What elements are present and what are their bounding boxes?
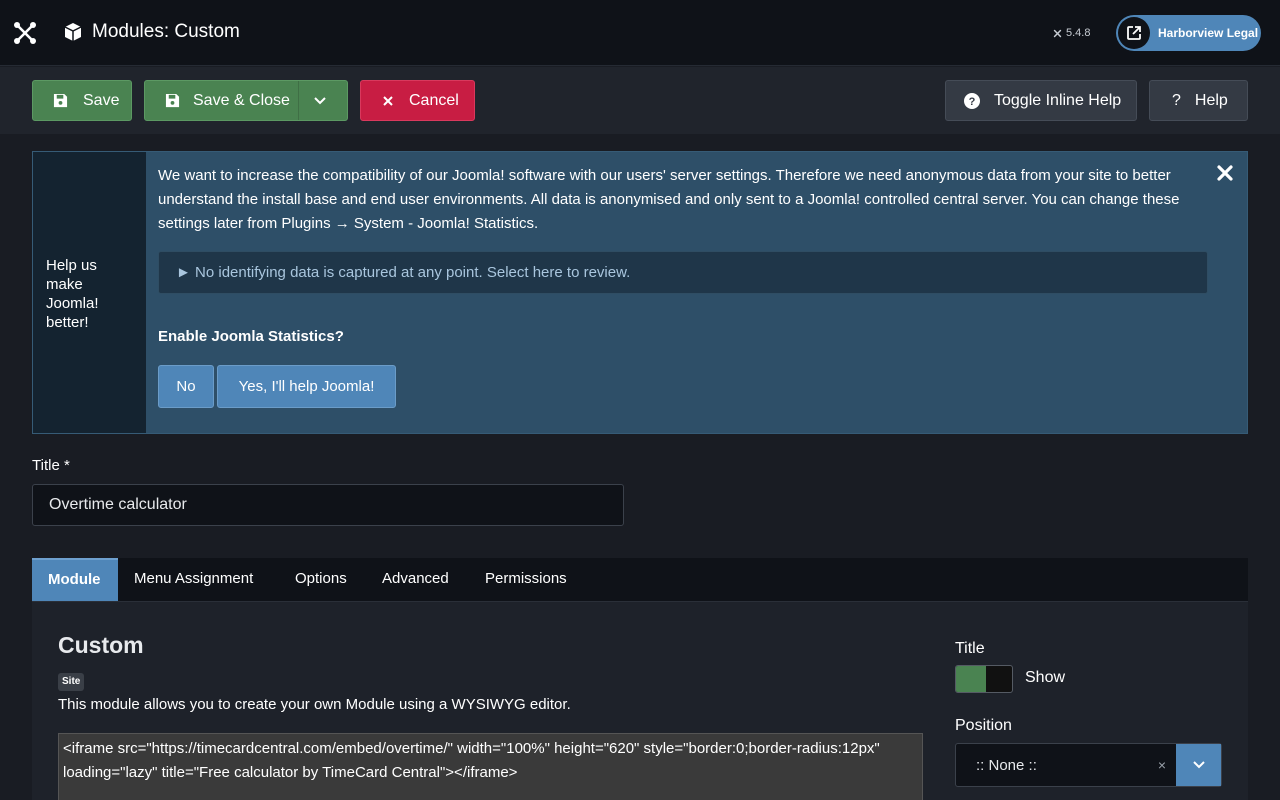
site-badge: Site [58, 673, 85, 691]
stats-details-toggle[interactable]: ► No identifying data is captured at any… [158, 251, 1208, 294]
external-link-icon [1118, 17, 1150, 49]
close-icon [382, 95, 394, 107]
save-button[interactable]: Save [32, 80, 132, 121]
svg-text:?: ? [969, 96, 976, 108]
version-text: 5.4.8 [1066, 27, 1091, 39]
tab-menu-assignment[interactable]: Menu Assignment [118, 558, 269, 601]
module-heading: Custom [58, 632, 144, 658]
module-description: This module allows you to create your ow… [58, 696, 571, 713]
page-title: Modules: Custom [92, 21, 240, 42]
stats-yes-button[interactable]: Yes, I'll help Joomla! [217, 365, 396, 408]
save-icon [164, 93, 180, 108]
position-label: Position [955, 717, 1012, 734]
question-icon: ? [1172, 91, 1181, 109]
help-label: Help [1194, 91, 1228, 109]
close-icon[interactable] [1216, 164, 1234, 182]
tab-options[interactable]: Options [279, 558, 363, 601]
help-button[interactable]: ? Help [1149, 80, 1248, 121]
show-title-toggle[interactable] [955, 665, 1013, 693]
code-editor[interactable]: <iframe src="https://timecardcentral.com… [58, 733, 923, 800]
chevron-down-icon[interactable] [1176, 744, 1221, 786]
toggle-knob [956, 666, 986, 692]
cancel-button[interactable]: Cancel [360, 80, 475, 121]
stats-side-text: Help us make Joomla! better! [46, 257, 99, 331]
position-value: :: None :: [976, 756, 1037, 774]
title-input[interactable] [32, 484, 624, 526]
tab-advanced[interactable]: Advanced [366, 558, 465, 601]
site-name: Harborview Legal [1158, 26, 1259, 40]
toggle-inline-help-button[interactable]: ? Toggle Inline Help [945, 80, 1137, 121]
save-close-button-group: Save & Close [144, 80, 348, 121]
module-panel: Custom Site This module allows you to cr… [32, 602, 1248, 800]
tab-permissions[interactable]: Permissions [469, 558, 583, 601]
save-icon [52, 93, 68, 108]
cube-icon [64, 23, 82, 41]
stats-message-text: We want to increase the compatibility of… [158, 167, 1180, 232]
position-select[interactable]: :: None :: × [955, 743, 1222, 787]
stats-sidebar: Help us make Joomla! better! [33, 152, 146, 433]
toggle-help-label: Toggle Inline Help [994, 91, 1122, 109]
stats-no-button[interactable]: No [158, 365, 214, 408]
title-label: Title * [32, 457, 70, 474]
joomla-small-icon [1053, 29, 1062, 37]
tab-module[interactable]: Module [32, 558, 118, 601]
joomla-version: 5.4.8 [1052, 25, 1090, 41]
joomla-logo-icon[interactable] [12, 20, 38, 46]
chevron-down-icon[interactable] [312, 93, 328, 109]
view-site-button[interactable]: Harborview Legal [1116, 15, 1261, 51]
cancel-label: Cancel [409, 91, 459, 109]
app-header: Modules: Custom 5.4.8 Harborview Legal [0, 0, 1280, 66]
show-label: Show [1025, 669, 1066, 686]
tab-bar: Module Menu Assignment Options Advanced … [32, 558, 1248, 602]
question-circle-icon: ? [964, 92, 980, 109]
stats-question: Enable Joomla Statistics? [158, 328, 344, 345]
stats-message: Help us make Joomla! better! We want to … [32, 151, 1248, 434]
split-divider [298, 81, 299, 120]
toolbar: Save Save & Close Cancel ? Toggle Inline… [0, 67, 1280, 134]
title-show-label: Title [955, 640, 985, 657]
save-close-button[interactable]: Save & Close [193, 92, 290, 110]
clear-icon[interactable]: × [1158, 757, 1166, 773]
save-label: Save [83, 91, 120, 109]
